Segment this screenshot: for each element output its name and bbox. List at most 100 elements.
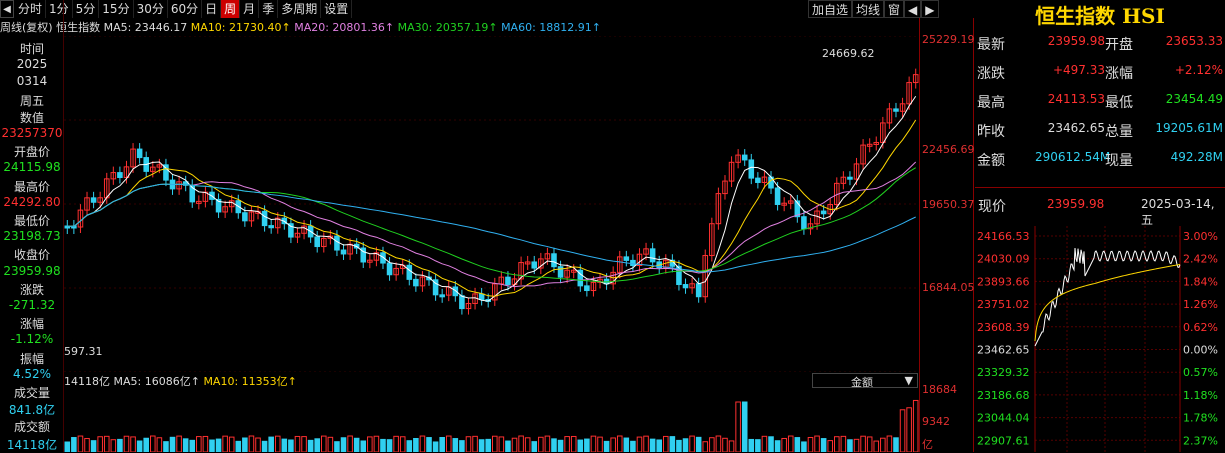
volume-bar xyxy=(518,435,524,452)
tab-8[interactable]: 月 xyxy=(240,0,260,18)
tab-4[interactable]: 30分 xyxy=(134,0,168,18)
intraday-price-tick: 23608.39 xyxy=(977,321,1030,334)
volume-bar xyxy=(71,437,77,452)
volume-bar xyxy=(189,439,196,452)
scroll-left-icon[interactable]: ◀ xyxy=(904,0,922,18)
volume-bar xyxy=(465,436,472,452)
volume-bar xyxy=(847,439,853,452)
candle xyxy=(268,225,274,229)
volume-bar xyxy=(169,436,176,452)
tool-button-2[interactable]: 窗 xyxy=(884,0,905,18)
tab-9[interactable]: 季 xyxy=(259,0,279,18)
data-window-row: 周五 xyxy=(19,93,44,108)
volume-bar xyxy=(676,439,682,452)
candle xyxy=(90,197,97,203)
price-tick: 22456.69 xyxy=(922,143,975,156)
volume-bar xyxy=(603,440,610,452)
quote-value: 290612.54M xyxy=(1035,150,1111,164)
tab-3[interactable]: 15分 xyxy=(99,0,134,18)
volume-bar xyxy=(136,440,143,452)
volume-bar xyxy=(899,409,906,452)
back-icon[interactable]: ◀ xyxy=(0,0,14,18)
volume-bar xyxy=(709,437,715,452)
candle xyxy=(386,262,393,276)
intraday-price-tick: 23044.04 xyxy=(977,412,1030,425)
volume-bar xyxy=(334,441,340,452)
volume-bar xyxy=(801,441,807,452)
volume-bar xyxy=(459,440,465,452)
quote-row: 最新 23959.98 开盘 23653.33 xyxy=(977,34,1225,56)
tab-6[interactable]: 日 xyxy=(202,0,222,18)
volume-bar xyxy=(261,440,268,452)
intraday-pct-tick: 0.57% xyxy=(1183,366,1218,379)
data-window-row: 开盘价 xyxy=(13,145,50,160)
volume-bar xyxy=(156,437,163,452)
tool-button-1[interactable]: 均线 xyxy=(852,0,885,18)
volume-bar xyxy=(866,436,873,452)
candle xyxy=(774,187,781,205)
volume-bar xyxy=(807,436,814,452)
volume-bar xyxy=(498,436,505,452)
candle xyxy=(413,278,419,287)
quote-date: 2025-03-14,五 xyxy=(1141,197,1215,227)
intraday-pct-tick: 0.00% xyxy=(1183,344,1218,357)
data-window-row: 成交额 xyxy=(13,420,50,435)
low-label: 597.31 xyxy=(64,345,103,358)
volume-bar xyxy=(893,437,899,452)
volume-bar xyxy=(663,435,669,452)
volume-bar xyxy=(873,440,880,452)
volume-bar xyxy=(97,436,103,452)
volume-ma5: MA5: 16086亿↑ xyxy=(113,375,200,388)
price-axis: 25229.19 22456.69 19650.37 16844.05 18684 934… xyxy=(919,18,975,452)
intraday-pct-tick: 1.26% xyxy=(1183,298,1218,311)
volume-chart[interactable] xyxy=(64,389,919,452)
candle xyxy=(406,264,413,280)
candle xyxy=(801,216,807,230)
tab-11[interactable]: 设置 xyxy=(321,0,353,18)
volume-bar xyxy=(406,440,413,452)
volume-bar xyxy=(182,438,189,452)
tab-5[interactable]: 60分 xyxy=(168,0,203,18)
volume-bar xyxy=(340,437,347,452)
intraday-pct-tick: 2.42% xyxy=(1183,253,1218,266)
volume-metric-select[interactable]: 金额 ▼ xyxy=(812,373,918,389)
price-tick: 16844.05 xyxy=(922,281,975,294)
volume-bar xyxy=(557,439,564,452)
volume-bar xyxy=(294,435,301,452)
volume-bar xyxy=(630,440,636,452)
tab-2[interactable]: 5分 xyxy=(73,0,100,18)
volume-legend: 14118亿 MA5: 16086亿↑ MA10: 11353亿↑ xyxy=(64,373,297,389)
candle xyxy=(630,259,636,267)
candle xyxy=(340,249,347,255)
volume-bar xyxy=(202,435,209,452)
volume-metric-value: 金额 xyxy=(851,376,873,389)
candle xyxy=(459,295,465,310)
scroll-right-icon[interactable]: ▶ xyxy=(921,0,939,18)
quote-key: 昨收 xyxy=(977,124,1005,140)
kline-chart[interactable] xyxy=(64,36,919,372)
volume-bar xyxy=(143,437,150,452)
intraday-price-tick: 22907.61 xyxy=(977,434,1030,447)
intraday-pct-tick: 1.78% xyxy=(1183,412,1218,425)
volume-bar xyxy=(248,435,255,452)
volume-bar xyxy=(505,440,511,452)
data-window-row: 最高价 xyxy=(13,179,50,194)
tab-10[interactable]: 多周期 xyxy=(278,0,322,18)
now-label: 现价 xyxy=(978,199,1006,215)
candle xyxy=(893,108,899,112)
volume-bar xyxy=(413,438,419,452)
volume-bar xyxy=(281,438,288,452)
volume-bar xyxy=(288,439,294,452)
volume-bar xyxy=(472,435,478,452)
quote-key: 金额 xyxy=(977,153,1005,169)
volume-bar xyxy=(110,439,117,452)
quote-row: 昨收 23462.65 总量 19205.61M xyxy=(977,121,1225,143)
volume-bar xyxy=(77,435,84,452)
volume-bar xyxy=(616,435,623,452)
tool-button-0[interactable]: 加自选 xyxy=(808,0,853,18)
volume-bar xyxy=(209,439,215,452)
volume-bar xyxy=(419,435,426,452)
intraday-chart[interactable]: 24166.53 3.00% 24030.09 2.42% 23893.66 1.84% 2… xyxy=(975,226,1225,452)
volume-bar xyxy=(307,439,314,452)
tab-7[interactable]: 周 xyxy=(221,0,241,18)
